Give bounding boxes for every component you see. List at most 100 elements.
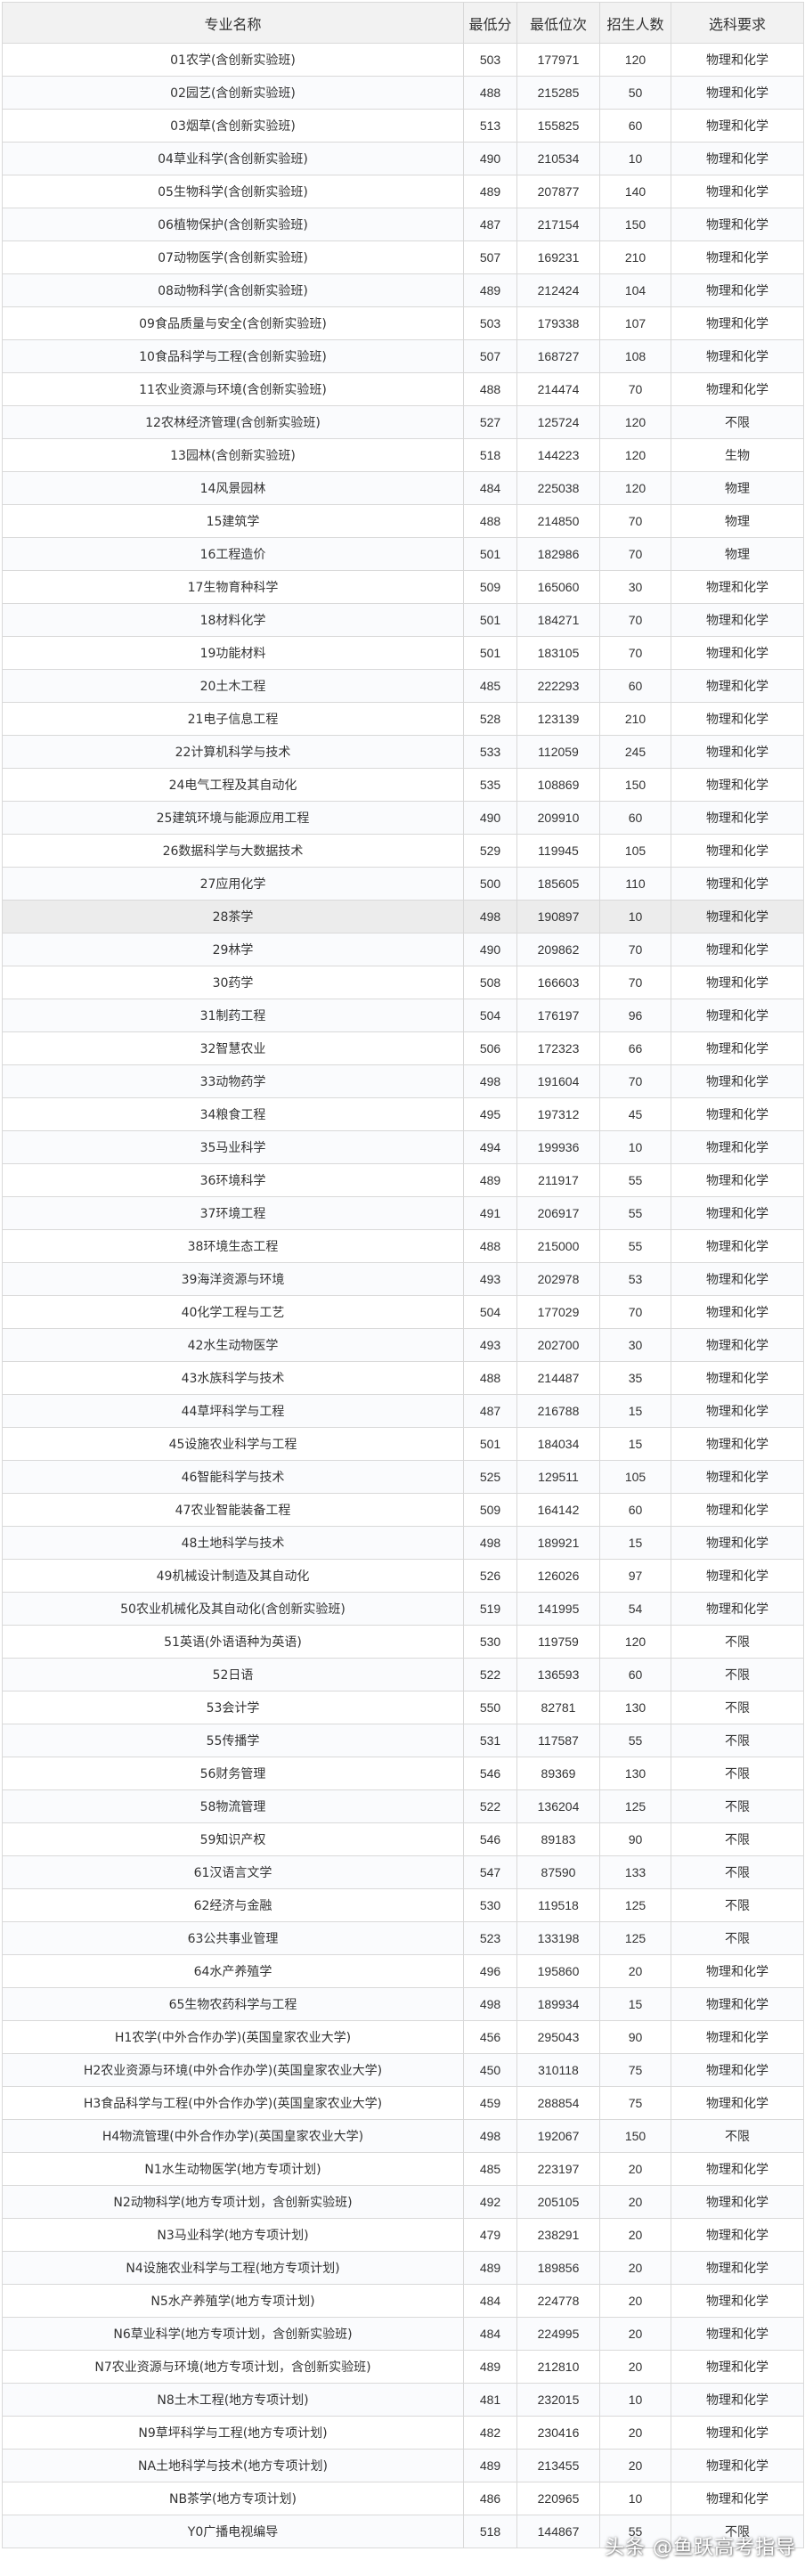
cell-enrollment: 20 — [599, 2251, 671, 2285]
cell-major-name[interactable]: 45设施农业科学与工程 — [2, 1427, 464, 1461]
cell-major-name[interactable]: 48土地科学与技术 — [2, 1526, 464, 1560]
cell-major-name[interactable]: 17生物育种科学 — [2, 570, 464, 604]
cell-major-name[interactable]: 02园艺(含创新实验班) — [2, 76, 464, 110]
cell-enrollment: 66 — [599, 1031, 671, 1065]
cell-major-name[interactable]: 34粮食工程 — [2, 1097, 464, 1131]
cell-min-rank: 89183 — [516, 1822, 600, 1856]
cell-major-name[interactable]: 14风景园林 — [2, 471, 464, 505]
cell-min-rank: 184271 — [516, 603, 600, 637]
cell-major-name[interactable]: 10食品科学与工程(含创新实验班) — [2, 339, 464, 373]
cell-min-rank: 165060 — [516, 570, 600, 604]
cell-major-name[interactable]: 53会计学 — [2, 1691, 464, 1724]
cell-major-name[interactable]: 01农学(含创新实验班) — [2, 43, 464, 77]
cell-major-name[interactable]: 63公共事业管理 — [2, 1921, 464, 1955]
cell-major-name[interactable]: 44草坪科学与工程 — [2, 1394, 464, 1428]
cell-major-name[interactable]: 11农业资源与环境(含创新实验班) — [2, 372, 464, 406]
cell-major-name[interactable]: 58物流管理 — [2, 1789, 464, 1823]
cell-subject-requirement: 物理和化学 — [671, 1262, 804, 1296]
cell-min-rank: 224778 — [516, 2284, 600, 2318]
table-row: 39海洋资源与环境 493 202978 53 物理和化学 — [2, 1262, 804, 1296]
cell-major-name[interactable]: 65生物农药科学与工程 — [2, 1987, 464, 2021]
cell-major-name[interactable]: H3食品科学与工程(中外合作办学)(英国皇家农业大学) — [2, 2086, 464, 2120]
cell-enrollment: 60 — [599, 801, 671, 835]
cell-min-score: 491 — [463, 1196, 517, 1230]
cell-major-name[interactable]: N1水生动物医学(地方专项计划) — [2, 2152, 464, 2186]
cell-major-name[interactable]: 47农业智能装备工程 — [2, 1493, 464, 1527]
cell-major-name[interactable]: 15建筑学 — [2, 504, 464, 538]
cell-major-name[interactable]: NB茶学(地方专项计划) — [2, 2482, 464, 2515]
cell-major-name[interactable]: 59知识产权 — [2, 1822, 464, 1856]
cell-major-name[interactable]: N6草业科学(地方专项计划，含创新实验班) — [2, 2317, 464, 2351]
cell-major-name[interactable]: 20土木工程 — [2, 669, 464, 703]
cell-major-name[interactable]: 09食品质量与安全(含创新实验班) — [2, 306, 464, 340]
cell-major-name[interactable]: N8土木工程(地方专项计划) — [2, 2383, 464, 2417]
cell-major-name[interactable]: 12农林经济管理(含创新实验班) — [2, 405, 464, 439]
cell-major-name[interactable]: 51英语(外语语种为英语) — [2, 1625, 464, 1659]
cell-major-name[interactable]: 38环境生态工程 — [2, 1229, 464, 1263]
cell-major-name[interactable]: 27应用化学 — [2, 867, 464, 901]
cell-major-name[interactable]: 24电气工程及其自动化 — [2, 768, 464, 802]
cell-major-name[interactable]: 36环境科学 — [2, 1163, 464, 1197]
cell-enrollment: 104 — [599, 273, 671, 307]
cell-major-name[interactable]: 07动物医学(含创新实验班) — [2, 240, 464, 274]
cell-major-name[interactable]: 37环境工程 — [2, 1196, 464, 1230]
cell-min-score: 496 — [463, 1954, 517, 1988]
cell-major-name[interactable]: 46智能科学与技术 — [2, 1460, 464, 1494]
cell-major-name[interactable]: N4设施农业科学与工程(地方专项计划) — [2, 2251, 464, 2285]
cell-major-name[interactable]: 55传播学 — [2, 1724, 464, 1757]
cell-major-name[interactable]: 43水族科学与技术 — [2, 1361, 464, 1395]
cell-major-name[interactable]: 62经济与金融 — [2, 1888, 464, 1922]
cell-major-name[interactable]: 35马业科学 — [2, 1130, 464, 1164]
cell-major-name[interactable]: Y0广播电视编导 — [2, 2515, 464, 2548]
cell-major-name[interactable]: 26数据科学与大数据技术 — [2, 834, 464, 868]
cell-major-name[interactable]: 40化学工程与工艺 — [2, 1295, 464, 1329]
cell-major-name[interactable]: N3马业科学(地方专项计划) — [2, 2218, 464, 2252]
cell-major-name[interactable]: H1农学(中外合作办学)(英国皇家农业大学) — [2, 2020, 464, 2054]
cell-major-name[interactable]: 49机械设计制造及其自动化 — [2, 1559, 464, 1593]
cell-major-name[interactable]: H2农业资源与环境(中外合作办学)(英国皇家农业大学) — [2, 2053, 464, 2087]
cell-major-name[interactable]: 22计算机科学与技术 — [2, 735, 464, 769]
cell-major-name[interactable]: N5水产养殖学(地方专项计划) — [2, 2284, 464, 2318]
table-row: 11农业资源与环境(含创新实验班) 488 214474 70 物理和化学 — [2, 372, 804, 406]
table-row: 16工程造价 501 182986 70 物理 — [2, 537, 804, 571]
cell-major-name[interactable]: 13园林(含创新实验班) — [2, 438, 464, 472]
cell-major-name[interactable]: 52日语 — [2, 1658, 464, 1692]
cell-major-name[interactable]: 16工程造价 — [2, 537, 464, 571]
cell-min-rank: 197312 — [516, 1097, 600, 1131]
cell-min-rank: 176197 — [516, 999, 600, 1032]
cell-major-name[interactable]: 05生物科学(含创新实验班) — [2, 175, 464, 208]
cell-major-name[interactable]: 64水产养殖学 — [2, 1954, 464, 1988]
cell-major-name[interactable]: 50农业机械化及其自动化(含创新实验班) — [2, 1592, 464, 1626]
cell-major-name[interactable]: 25建筑环境与能源应用工程 — [2, 801, 464, 835]
cell-major-name[interactable]: 56财务管理 — [2, 1757, 464, 1790]
cell-major-name[interactable]: N7农业资源与环境(地方专项计划，含创新实验班) — [2, 2350, 464, 2384]
cell-major-name[interactable]: 19功能材料 — [2, 636, 464, 670]
cell-major-name[interactable]: 21电子信息工程 — [2, 702, 464, 736]
cell-major-name[interactable]: NA土地科学与技术(地方专项计划) — [2, 2449, 464, 2482]
cell-major-name[interactable]: 30药学 — [2, 966, 464, 999]
cell-major-name[interactable]: 33动物药学 — [2, 1064, 464, 1098]
table-row: 27应用化学 500 185605 110 物理和化学 — [2, 867, 804, 901]
table-row: H4物流管理(中外合作办学)(英国皇家农业大学) 498 192067 150 不限 — [2, 2119, 804, 2153]
cell-major-name[interactable]: 28茶学 — [2, 900, 464, 933]
cell-major-name[interactable]: 03烟草(含创新实验班) — [2, 109, 464, 143]
cell-major-name[interactable]: 42水生动物医学 — [2, 1328, 464, 1362]
cell-major-name[interactable]: 06植物保护(含创新实验班) — [2, 208, 464, 241]
cell-major-name[interactable]: 04草业科学(含创新实验班) — [2, 142, 464, 175]
cell-min-rank: 189856 — [516, 2251, 600, 2285]
cell-major-name[interactable]: 61汉语言文学 — [2, 1855, 464, 1889]
cell-major-name[interactable]: 31制药工程 — [2, 999, 464, 1032]
cell-enrollment: 105 — [599, 1460, 671, 1494]
cell-major-name[interactable]: N9草坪科学与工程(地方专项计划) — [2, 2416, 464, 2450]
cell-major-name[interactable]: 32智慧农业 — [2, 1031, 464, 1065]
cell-major-name[interactable]: 08动物科学(含创新实验班) — [2, 273, 464, 307]
table-row: 03烟草(含创新实验班) 513 155825 60 物理和化学 — [2, 109, 804, 143]
cell-min-rank: 288854 — [516, 2086, 600, 2120]
cell-major-name[interactable]: N2动物科学(地方专项计划，含创新实验班) — [2, 2185, 464, 2219]
cell-major-name[interactable]: H4物流管理(中外合作办学)(英国皇家农业大学) — [2, 2119, 464, 2153]
cell-major-name[interactable]: 39海洋资源与环境 — [2, 1262, 464, 1296]
cell-major-name[interactable]: 29林学 — [2, 933, 464, 966]
cell-major-name[interactable]: 18材料化学 — [2, 603, 464, 637]
table-row: 63公共事业管理 523 133198 125 不限 — [2, 1921, 804, 1955]
admission-table: 专业名称 最低分 最低位次 招生人数 选科要求 01农学(含创新实验班) 503 1… — [2, 2, 804, 2548]
